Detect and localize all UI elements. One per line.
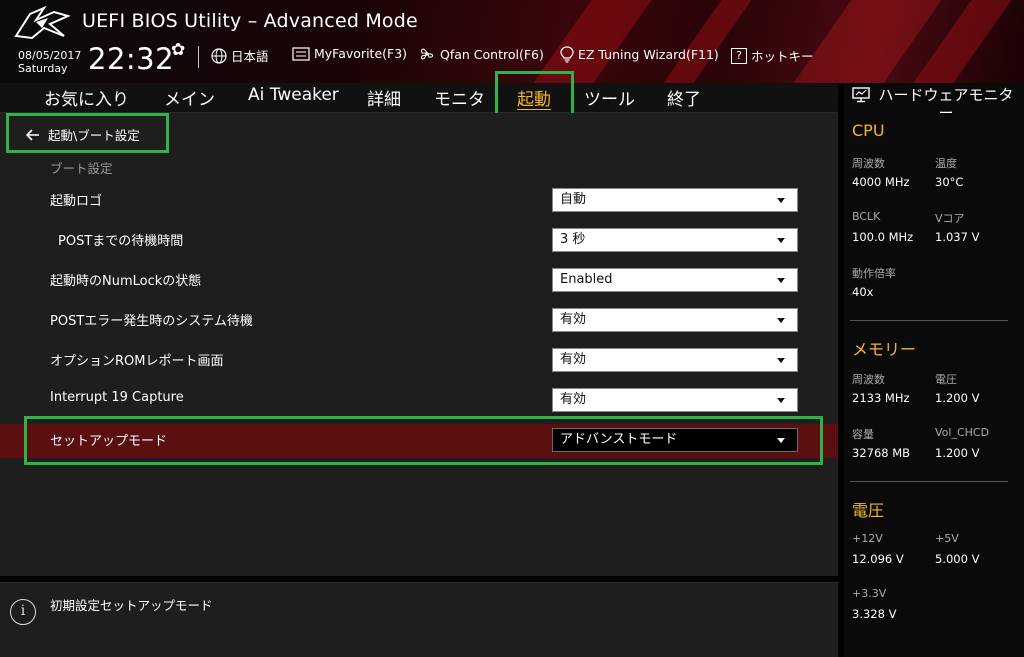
cpu-heading: CPU	[852, 121, 885, 140]
v12-label: +12V	[852, 532, 883, 545]
ez-tuning-button[interactable]: EZ Tuning Wizard(F11)	[560, 46, 719, 63]
bclk-value: 100.0 MHz	[852, 230, 914, 244]
v12-value: 12.096 V	[852, 552, 904, 566]
chevron-down-icon	[777, 278, 785, 283]
interrupt19-label: Interrupt 19 Capture	[50, 390, 184, 405]
qfan-button[interactable]: Qfan Control(F6)	[418, 46, 544, 62]
hardware-monitor-title: ハードウェアモニター	[852, 86, 1020, 122]
breadcrumb-highlight	[6, 113, 169, 153]
post-error-wait-value: 有効	[560, 312, 587, 327]
tab-favorites[interactable]: お気に入り	[44, 85, 129, 110]
mem-freq-label: 周波数	[852, 373, 885, 386]
myfavorite-button[interactable]: MyFavorite(F3)	[292, 46, 407, 61]
help-text: 初期設定セットアップモード	[50, 598, 213, 613]
info-icon: i	[10, 599, 36, 625]
hotkeys-button[interactable]: ? ホットキー	[731, 46, 814, 65]
hardware-monitor-title-text: ハードウェアモニター	[878, 86, 1014, 122]
tab-monitor[interactable]: モニタ	[434, 85, 485, 110]
numlock-select[interactable]: Enabled	[552, 268, 798, 292]
memory-heading: メモリー	[852, 340, 917, 359]
tab-main[interactable]: メイン	[164, 85, 215, 110]
v5-label: +5V	[935, 532, 959, 545]
vol-chcd-value: 1.200 V	[935, 446, 980, 460]
lightbulb-icon	[560, 46, 574, 63]
vcore-value: 1.037 V	[935, 230, 980, 244]
date-text: 08/05/2017	[18, 49, 82, 62]
ez-tuning-label: EZ Tuning Wizard(F11)	[578, 47, 719, 62]
qfan-label: Qfan Control(F6)	[440, 46, 544, 62]
ratio-label: 動作倍率	[852, 267, 896, 280]
clock: 22:32	[88, 42, 175, 76]
mem-freq-value: 2133 MHz	[852, 391, 910, 405]
post-delay-select[interactable]: 3 秒	[552, 228, 798, 252]
chevron-down-icon	[777, 198, 785, 203]
tab-tool[interactable]: ツール	[584, 85, 635, 110]
mem-volt-label: 電圧	[935, 373, 957, 386]
hotkeys-label: ホットキー	[751, 49, 814, 64]
boot-logo-value: 自動	[560, 192, 587, 207]
tab-exit[interactable]: 終了	[667, 85, 701, 110]
vcore-label: Vコア	[935, 212, 965, 225]
chevron-down-icon	[777, 318, 785, 323]
option-rom-label: オプションROMレポート画面	[50, 354, 224, 369]
rog-logo	[14, 6, 70, 40]
language-label: 日本語	[231, 49, 269, 64]
tab-ai-tweaker[interactable]: Ai Tweaker	[248, 85, 339, 105]
help-bar	[0, 582, 838, 657]
myfavorite-label: MyFavorite(F3)	[314, 46, 408, 61]
v33-label: +3.3V	[852, 587, 887, 600]
main-tab-bar: お気に入り メイン Ai Tweaker 詳細 モニタ 起動 ツール 終了	[0, 83, 838, 113]
voltage-heading: 電圧	[852, 501, 885, 520]
divider	[198, 46, 199, 68]
cpu-temp-label: 温度	[935, 157, 957, 170]
numlock-value: Enabled	[560, 272, 613, 287]
mem-cap-value: 32768 MB	[852, 446, 911, 460]
chevron-down-icon	[777, 398, 785, 403]
date-display: 08/05/2017 Saturday	[18, 49, 81, 75]
post-delay-value: 3 秒	[560, 232, 586, 247]
language-button[interactable]: 日本語	[211, 46, 269, 65]
interrupt19-value: 有効	[560, 392, 587, 407]
help-icon: ?	[731, 47, 747, 64]
monitor-icon	[852, 87, 870, 103]
section-heading: ブート設定	[50, 161, 113, 176]
mem-volt-value: 1.200 V	[935, 391, 980, 405]
bclk-label: BCLK	[852, 210, 881, 223]
globe-icon	[211, 47, 227, 64]
v33-value: 3.328 V	[852, 607, 897, 621]
cpu-freq-value: 4000 MHz	[852, 175, 910, 189]
cpu-temp-value: 30°C	[935, 175, 964, 189]
numlock-label: 起動時のNumLockの状態	[50, 274, 202, 289]
cpu-freq-label: 周波数	[852, 157, 885, 170]
option-rom-select[interactable]: 有効	[552, 348, 798, 372]
post-delay-label: POSTまでの待機時間	[58, 234, 184, 249]
tab-advanced[interactable]: 詳細	[367, 85, 401, 110]
fan-icon	[420, 48, 434, 60]
post-error-wait-select[interactable]: 有効	[552, 308, 798, 332]
app-title: UEFI BIOS Utility – Advanced Mode	[82, 10, 418, 32]
vol-chcd-label: Vol_CHCD	[935, 426, 990, 439]
boot-logo-select[interactable]: 自動	[552, 188, 798, 212]
chevron-down-icon	[777, 238, 785, 243]
weekday-text: Saturday	[18, 62, 68, 75]
divider	[850, 320, 1008, 321]
chevron-down-icon	[777, 358, 785, 363]
boot-logo-label: 起動ロゴ	[50, 194, 103, 209]
list-icon	[292, 46, 310, 61]
mem-cap-label: 容量	[852, 428, 874, 441]
settings-panel	[0, 113, 838, 576]
option-rom-value: 有効	[560, 352, 587, 367]
v5-value: 5.000 V	[935, 552, 980, 566]
divider	[850, 481, 1008, 482]
post-error-wait-label: POSTエラー発生時のシステム待機	[50, 314, 253, 329]
interrupt19-select[interactable]: 有効	[552, 388, 798, 412]
gear-icon[interactable]: ✿	[171, 40, 185, 60]
setup-mode-highlight	[24, 416, 823, 465]
ratio-value: 40x	[852, 285, 874, 299]
